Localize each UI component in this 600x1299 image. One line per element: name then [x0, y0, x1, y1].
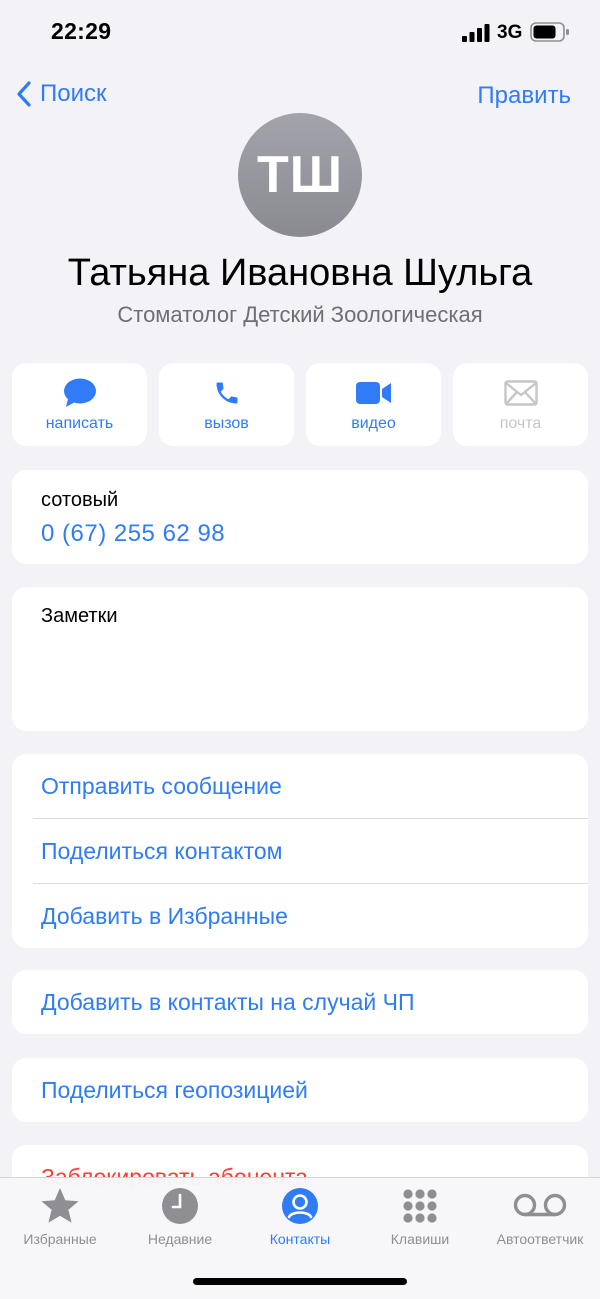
phone-number-link[interactable]: 0 (67) 255 62 98 [41, 520, 225, 548]
message-icon [63, 378, 96, 407]
contact-name: Татьяна Ивановна Шульга [67, 252, 533, 294]
contact-subtitle: Стоматолог Детский Зоологическая [117, 302, 483, 327]
send-message-row[interactable]: Отправить сообщение [12, 754, 588, 818]
mail-button[interactable]: почта [453, 363, 588, 446]
emergency-card: Добавить в контакты на случай ЧП [12, 970, 588, 1034]
star-icon [41, 1188, 79, 1223]
tab-keypad-label: Клавиши [390, 1231, 450, 1247]
message-button[interactable]: написать [12, 363, 147, 446]
call-button[interactable]: вызов [159, 363, 294, 446]
tab-contacts-label: Контакты [269, 1231, 331, 1247]
phone-type-label: сотовый [41, 489, 119, 511]
back-label: Поиск [40, 80, 107, 107]
tab-keypad[interactable]: Клавиши [360, 1178, 480, 1258]
avatar: ТШ [238, 113, 362, 237]
call-label: вызов [204, 415, 249, 432]
clock-icon [162, 1188, 198, 1224]
notes-card[interactable]: Заметки [12, 587, 588, 731]
share-location-row[interactable]: Поделиться геопозицией [12, 1058, 588, 1122]
back-button[interactable]: Поиск [16, 80, 107, 108]
tab-favorites[interactable]: Избранные [0, 1178, 120, 1258]
tab-recents-label: Недавние [147, 1231, 213, 1247]
home-indicator[interactable] [193, 1278, 407, 1285]
tab-recents[interactable]: Недавние [120, 1178, 240, 1258]
actions-group-card: Отправить сообщение Поделиться контактом… [12, 754, 588, 948]
edit-button[interactable]: Править [477, 82, 571, 110]
tab-voicemail-label: Автоответчик [496, 1231, 584, 1247]
add-emergency-contact-row[interactable]: Добавить в контакты на случай ЧП [12, 970, 588, 1034]
signal-icon [462, 24, 490, 42]
avatar-initials: ТШ [256, 146, 344, 204]
video-button[interactable]: видео [306, 363, 441, 446]
keypad-icon [403, 1189, 437, 1223]
mail-icon [503, 380, 538, 406]
add-to-favorites-row[interactable]: Добавить в Избранные [33, 883, 588, 948]
status-time: 22:29 [51, 18, 112, 44]
location-card: Поделиться геопозицией [12, 1058, 588, 1122]
tab-favorites-label: Избранные [23, 1231, 97, 1247]
contacts-icon [282, 1188, 318, 1224]
status-bar: 22:29 3G [0, 0, 600, 64]
message-label: написать [45, 415, 114, 432]
voicemail-icon [513, 1193, 567, 1217]
mail-label: почта [499, 415, 542, 432]
phone-icon [216, 382, 237, 404]
tab-voicemail[interactable]: Автоответчик [480, 1178, 600, 1258]
chevron-left-icon [17, 81, 31, 107]
share-contact-row[interactable]: Поделиться контактом [33, 818, 588, 883]
video-label: видео [351, 415, 396, 432]
video-icon [355, 382, 391, 404]
notes-label: Заметки [41, 605, 118, 627]
tab-contacts[interactable]: Контакты [240, 1178, 360, 1258]
network-type: 3G [497, 22, 523, 43]
phone-card: сотовый 0 (67) 255 62 98 [12, 470, 588, 564]
battery-icon [530, 22, 569, 42]
